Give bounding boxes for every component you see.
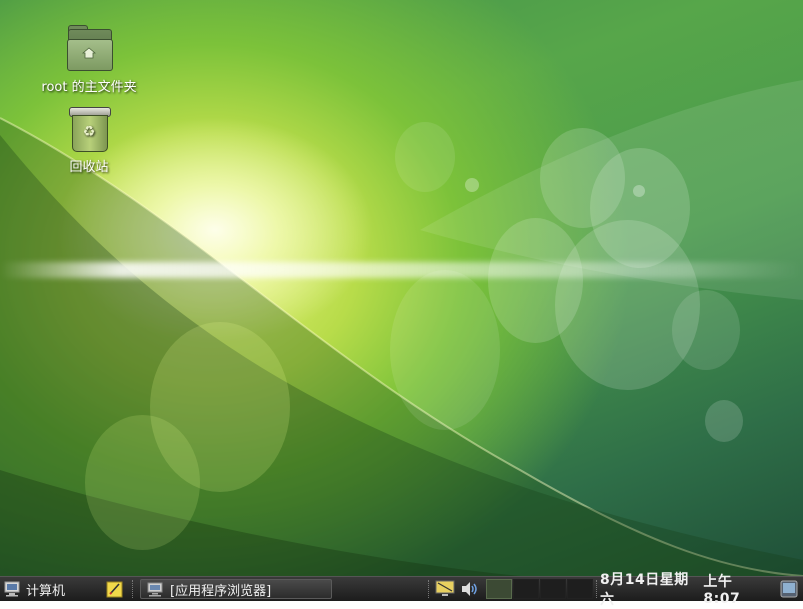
network-status-icon[interactable] <box>435 577 457 601</box>
bokeh-circle <box>390 270 500 430</box>
notes-launcher[interactable] <box>106 577 128 601</box>
computer-menu-button[interactable]: 计算机 <box>3 577 98 601</box>
clock-time: 上午 8:07 <box>703 574 747 607</box>
app-browser-icon <box>147 582 163 596</box>
computer-menu-label: 计算机 <box>26 583 66 599</box>
workspace-1[interactable] <box>486 579 512 599</box>
clock-date: 8月14日星期六 <box>600 572 689 608</box>
bokeh-circle <box>395 122 455 192</box>
light-streak <box>0 262 803 278</box>
taskbar-separator <box>132 580 135 598</box>
desktop-icon-label: root 的主文件夹 <box>41 80 137 95</box>
computer-icon <box>4 581 20 597</box>
bokeh-circle <box>85 415 200 550</box>
home-folder-icon <box>65 25 113 73</box>
workspace-4[interactable] <box>567 579 593 599</box>
window-button-label: [应用程序浏览器] <box>170 583 272 599</box>
taskbar-separator <box>428 580 431 598</box>
desktop-icon-label: 回收站 <box>69 160 109 175</box>
desktop[interactable]: root 的主文件夹 ♻ 回收站 <box>0 0 803 576</box>
show-desktop-icon <box>780 580 798 598</box>
workspace-2[interactable] <box>513 579 539 599</box>
clock[interactable]: 8月14日星期六 上午 8:07 <box>600 572 778 608</box>
bokeh-circle <box>705 400 743 442</box>
show-desktop-button[interactable] <box>780 577 802 601</box>
workspace-3[interactable] <box>540 579 566 599</box>
bokeh-circle <box>465 178 479 192</box>
desktop-icon-trash[interactable]: ♻ 回收站 <box>34 105 144 175</box>
trash-icon: ♻ <box>65 105 113 153</box>
desktop-icon-home-folder[interactable]: root 的主文件夹 <box>34 25 144 95</box>
taskbar-separator <box>596 580 599 598</box>
window-button-app-browser[interactable]: [应用程序浏览器] <box>140 579 332 599</box>
taskbar: 计算机 [应用程序浏览器] 8月14日星期六 上午 8:07 <box>0 572 803 608</box>
bokeh-circle <box>633 185 645 197</box>
bokeh-circle <box>672 290 740 370</box>
notes-icon <box>106 581 123 598</box>
volume-icon[interactable] <box>460 577 482 601</box>
